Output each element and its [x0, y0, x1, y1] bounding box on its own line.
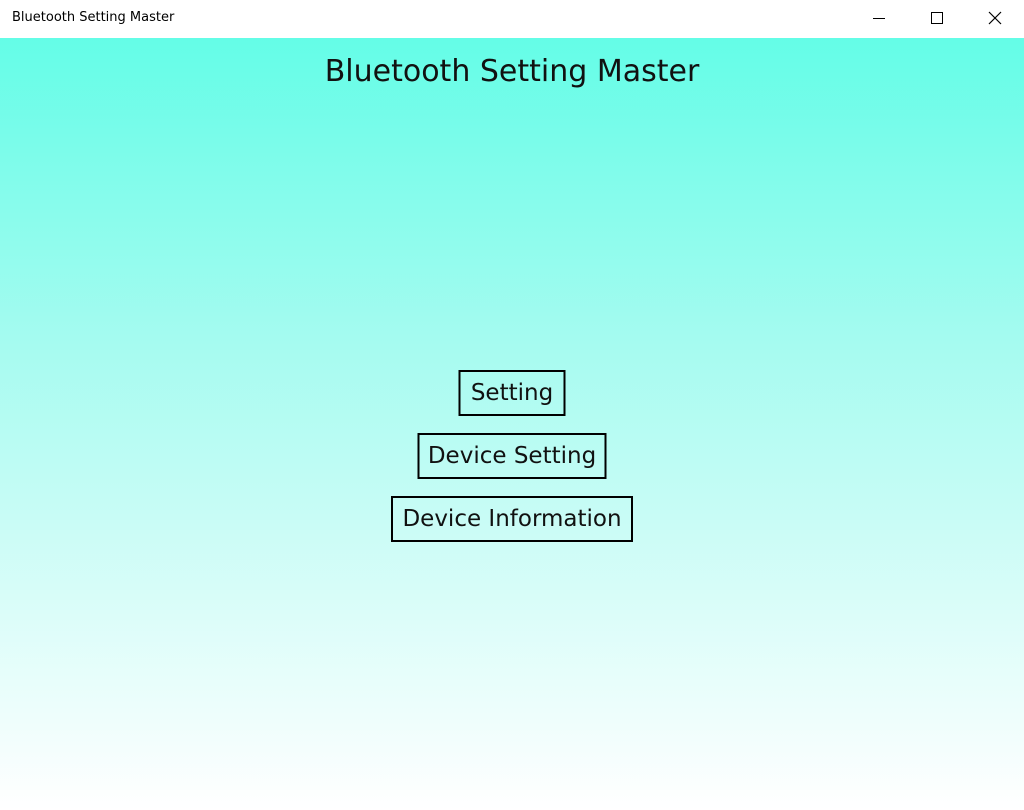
- minimize-icon: [873, 18, 885, 19]
- main-content: Bluetooth Setting Master Setting Device …: [0, 38, 1024, 810]
- minimize-button[interactable]: [850, 0, 908, 36]
- close-button[interactable]: [966, 0, 1024, 36]
- app-window: Bluetooth Setting Master Bluetooth Setti…: [0, 0, 1024, 810]
- close-icon: [988, 11, 1002, 25]
- device-information-button[interactable]: Device Information: [391, 496, 633, 542]
- window-title: Bluetooth Setting Master: [12, 10, 175, 25]
- maximize-icon: [931, 12, 943, 24]
- setting-button[interactable]: Setting: [458, 370, 566, 416]
- maximize-button[interactable]: [908, 0, 966, 36]
- page-title: Bluetooth Setting Master: [324, 54, 700, 89]
- title-bar[interactable]: Bluetooth Setting Master: [0, 0, 1024, 38]
- device-setting-button[interactable]: Device Setting: [417, 433, 607, 479]
